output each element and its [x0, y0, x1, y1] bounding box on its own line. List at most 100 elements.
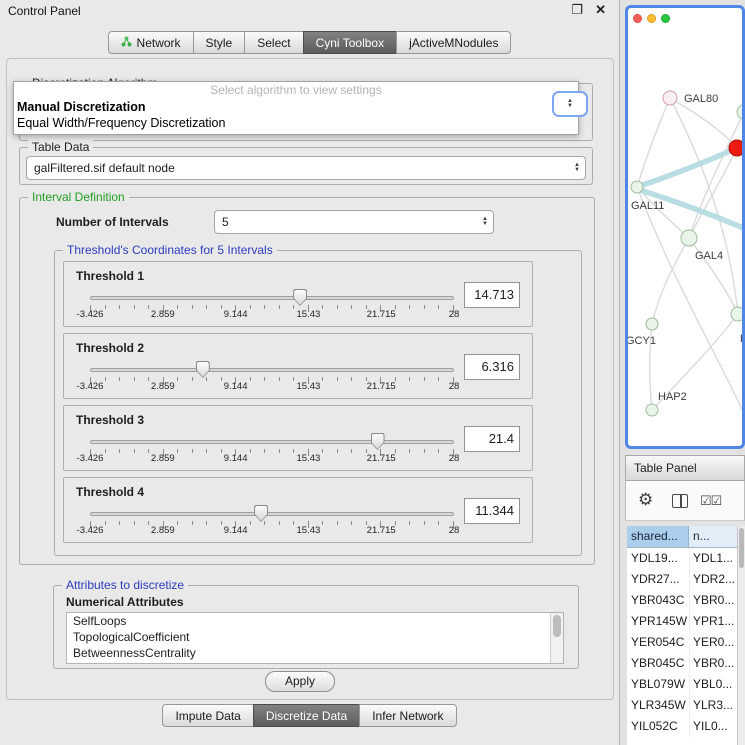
cell-shared-name: YPR145W — [627, 611, 689, 632]
close-window-icon[interactable]: ✕ — [595, 2, 606, 18]
table-row[interactable]: YER054CYER0... — [627, 632, 737, 653]
cell-shared-name: YLR345W — [627, 695, 689, 716]
cell-shared-name: YBR043C — [627, 590, 689, 611]
slider-scale: -3.4262.8599.14415.4321.71528 — [90, 381, 454, 393]
network-edge[interactable] — [670, 98, 737, 148]
cyni-toolbox-panel: Discretization Algorithm Select algorith… — [6, 58, 614, 700]
threshold-4-slider[interactable] — [90, 504, 454, 522]
threshold-2-slider[interactable] — [90, 360, 454, 378]
table-row[interactable]: YPR145WYPR1... — [627, 611, 737, 632]
float-window-icon[interactable]: ❐ — [571, 2, 583, 18]
threshold-3-slider[interactable] — [90, 432, 454, 450]
node-label: GAL80 — [684, 93, 718, 105]
algorithm-option-list: Manual DiscretizationEqual Width/Frequen… — [14, 99, 578, 131]
cell-name: YBR0... — [689, 590, 737, 611]
tab-infer-network[interactable]: Infer Network — [359, 704, 456, 727]
list-scrollbar[interactable] — [550, 613, 563, 663]
network-node[interactable] — [646, 404, 658, 416]
threshold-1-slider[interactable] — [90, 288, 454, 306]
scale-label: 28 — [449, 453, 460, 464]
apply-button[interactable]: Apply — [265, 671, 335, 692]
network-node-selected[interactable] — [729, 140, 742, 156]
close-traffic-light-icon[interactable] — [633, 14, 642, 23]
attribute-item-topologicalcoefficient[interactable]: TopologicalCoefficient — [67, 629, 563, 645]
number-of-intervals-combobox[interactable]: 5 ▲▼ — [214, 210, 494, 234]
algorithm-hint: Select algorithm to view settings — [14, 82, 578, 99]
bottom-tabbar: Impute DataDiscretize Data Infer Network — [0, 704, 619, 727]
scale-label: 28 — [449, 525, 460, 536]
table-row[interactable]: YLR345WYLR3... — [627, 695, 737, 716]
cell-name: YDL1... — [689, 548, 737, 569]
attribute-item-selfloops[interactable]: SelfLoops — [67, 613, 563, 629]
table-row[interactable]: YBR045CYBR0... — [627, 653, 737, 674]
scale-label: -3.426 — [77, 381, 104, 392]
network-canvas[interactable]: GAL80GAL11GAL4GCY1HHAP2 — [628, 26, 742, 449]
slider-thumb[interactable] — [293, 289, 307, 306]
network-edge[interactable] — [652, 238, 689, 324]
tab-label: Cyni Toolbox — [316, 36, 384, 50]
scale-label: 9.144 — [224, 381, 248, 392]
minimize-traffic-light-icon[interactable] — [647, 14, 656, 23]
table-row[interactable]: YDL19...YDL1... — [627, 548, 737, 569]
tab-style[interactable]: Style — [193, 31, 246, 54]
numerical-attributes-list[interactable]: SelfLoopsTopologicalCoefficientBetweenne… — [66, 612, 564, 664]
table-scrollbar[interactable] — [737, 526, 745, 745]
gear-icon[interactable]: ⚙ — [638, 490, 653, 510]
scale-label: -3.426 — [77, 453, 104, 464]
table-row[interactable]: YBL079WYBL0... — [627, 674, 737, 695]
thresholds-group-title: Threshold's Coordinates for 5 Intervals — [63, 243, 277, 257]
tab-jactivemnodules[interactable]: jActiveMNodules — [396, 31, 511, 54]
show-columns-icon[interactable] — [672, 494, 688, 508]
tab-network[interactable]: Network — [108, 31, 194, 54]
column-header-name[interactable]: n... — [689, 526, 737, 547]
algorithm-combo-fragment[interactable]: ▲▼ — [552, 91, 588, 117]
table-data-group: Table Data galFiltered.sif default node … — [19, 147, 593, 185]
table-row[interactable]: YBR043CYBR0... — [627, 590, 737, 611]
tab-discretize-data[interactable]: Discretize Data — [253, 704, 360, 727]
attribute-item-betweennesscentrality[interactable]: BetweennessCentrality — [67, 645, 563, 661]
tab-impute-data[interactable]: Impute Data — [162, 704, 253, 727]
slider-thumb[interactable] — [254, 505, 268, 522]
table-row[interactable]: YDR27...YDR2... — [627, 569, 737, 590]
slider-thumb[interactable] — [196, 361, 210, 378]
scale-label: 2.859 — [151, 525, 175, 536]
table-row[interactable]: YIL052CYIL0... — [627, 716, 737, 737]
threshold-label: Threshold 2 — [76, 341, 144, 355]
network-node[interactable] — [681, 230, 697, 246]
slider-scale: -3.4262.8599.14415.4321.71528 — [90, 525, 454, 537]
scale-label: 21.715 — [367, 453, 396, 464]
tab-label: Select — [257, 36, 290, 50]
tab-select[interactable]: Select — [244, 31, 303, 54]
node-label: HAP2 — [658, 391, 687, 403]
number-of-intervals-value: 5 — [215, 215, 477, 229]
network-node[interactable] — [631, 181, 643, 193]
network-edge[interactable] — [637, 148, 737, 187]
interval-definition-title: Interval Definition — [28, 190, 129, 204]
threshold-4-panel: Threshold 4 -3.4262.8599.14415.4321.71528… — [63, 477, 533, 543]
slider-track — [90, 512, 454, 516]
column-header-shared-name[interactable]: shared... — [627, 526, 689, 547]
interval-definition-group: Interval Definition Number of Intervals … — [19, 197, 595, 565]
tab-cyni-toolbox[interactable]: Cyni Toolbox — [303, 31, 397, 54]
network-node[interactable] — [663, 91, 677, 105]
slider-scale: -3.4262.8599.14415.4321.71528 — [90, 309, 454, 321]
scale-label: -3.426 — [77, 309, 104, 320]
slider-thumb[interactable] — [371, 433, 385, 450]
table-panel-header[interactable]: Table Panel — [625, 455, 745, 481]
network-node[interactable] — [646, 318, 658, 330]
cell-shared-name: YDR27... — [627, 569, 689, 590]
select-columns-icon[interactable]: ☑☑ — [700, 493, 721, 509]
network-node[interactable] — [737, 105, 742, 119]
table-panel-title: Table Panel — [634, 461, 697, 475]
tab-label: Infer Network — [372, 709, 443, 723]
zoom-traffic-light-icon[interactable] — [661, 14, 670, 23]
algorithm-option-equal-width-frequency-discretization[interactable]: Equal Width/Frequency Discretization — [14, 115, 578, 131]
scrollbar-thumb[interactable] — [739, 528, 744, 568]
threshold-label: Threshold 4 — [76, 485, 144, 499]
network-edge[interactable] — [637, 98, 670, 187]
network-node[interactable] — [731, 307, 742, 321]
table-data-combobox[interactable]: galFiltered.sif default node ▲▼ — [26, 156, 586, 180]
network-view-window[interactable]: GAL80GAL11GAL4GCY1HHAP2 — [625, 5, 745, 449]
scrollbar-thumb[interactable] — [553, 615, 561, 637]
algorithm-option-manual-discretization[interactable]: Manual Discretization — [14, 99, 578, 115]
